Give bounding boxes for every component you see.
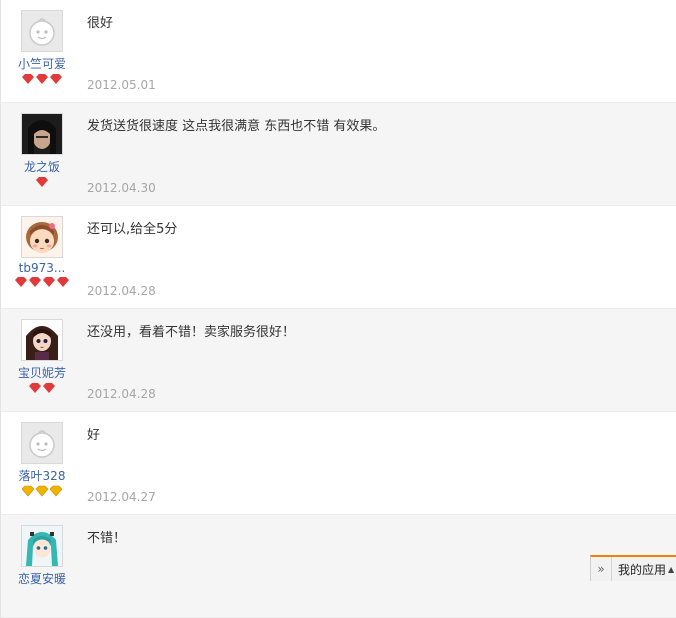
username-link[interactable]: 落叶328 <box>1 467 83 484</box>
username-link[interactable]: 龙之饭 <box>1 158 83 175</box>
review-date: 2012.04.28 <box>87 284 156 298</box>
my-apps-label[interactable]: 我的应用 <box>612 561 666 578</box>
default-avatar-icon <box>22 423 62 463</box>
reviewer: 宝贝妮芳 <box>1 317 83 396</box>
heart-icon <box>36 177 48 187</box>
dark-hair-avatar-icon <box>22 114 62 154</box>
credit-rating <box>1 276 83 290</box>
credit-rating <box>1 73 83 87</box>
review-text: 还没用，看着不错！卖家服务很好！ <box>87 325 296 340</box>
review-item: 宝贝妮芳 还没用，看着不错！卖家服务很好！ 2012.04.28 <box>1 309 676 412</box>
review-date: 2012.04.28 <box>87 387 156 401</box>
avatar[interactable] <box>21 319 63 361</box>
credit-rating <box>1 382 83 396</box>
diamond-icon <box>21 485 63 497</box>
my-apps-bar[interactable]: » 我的应用 ▲ <box>590 555 676 581</box>
review-item: 恋夏安暖 不错！ <box>1 515 676 618</box>
doll-avatar-icon <box>22 320 62 360</box>
review-text: 好 <box>87 428 101 443</box>
username-link[interactable]: 恋夏安暖 <box>1 570 83 587</box>
review-item: 小竺可爱 很好 2012.05.01 <box>1 0 676 103</box>
username-link[interactable]: tb973... <box>1 261 83 275</box>
reviewer: 落叶328 <box>1 420 83 499</box>
avatar[interactable] <box>21 216 63 258</box>
avatar[interactable] <box>21 10 63 52</box>
review-item: 龙之饭 发货送货很速度 这点我很满意 东西也不错 有效果。 2012.04.30 <box>1 103 676 206</box>
review-date: 2012.04.30 <box>87 181 156 195</box>
review-date: 2012.04.27 <box>87 490 156 504</box>
review-text: 不错！ <box>87 531 127 546</box>
heart-icon <box>22 74 62 84</box>
review-date: 2012.05.01 <box>87 78 156 92</box>
reviewer: 恋夏安暖 <box>1 523 83 587</box>
avatar[interactable] <box>21 113 63 155</box>
review-text: 很好 <box>87 16 114 31</box>
credit-rating <box>1 485 83 499</box>
review-item: tb973... 还可以,给全5分 2012.04.28 <box>1 206 676 309</box>
review-text: 还可以,给全5分 <box>87 222 178 237</box>
avatar[interactable] <box>21 422 63 464</box>
username-link[interactable]: 宝贝妮芳 <box>1 364 83 381</box>
credit-rating <box>1 176 83 190</box>
heart-icon <box>15 277 69 287</box>
reviewer: 龙之饭 <box>1 111 83 190</box>
default-avatar-icon <box>22 11 62 51</box>
heart-icon <box>29 383 55 393</box>
double-chevron-right-icon[interactable]: » <box>591 557 612 581</box>
avatar[interactable] <box>21 525 63 567</box>
cartoon-girl-avatar-icon <box>22 217 62 257</box>
review-item: 落叶328 好 2012.04.27 <box>1 412 676 515</box>
caret-up-icon[interactable]: ▲ <box>668 565 674 574</box>
reviewer: 小竺可爱 <box>1 8 83 87</box>
reviewer: tb973... <box>1 214 83 290</box>
teal-hair-avatar-icon <box>22 526 62 566</box>
review-text: 发货送货很速度 这点我很满意 东西也不错 有效果。 <box>87 119 386 134</box>
review-list: 小竺可爱 很好 2012.05.01 龙之饭 发货送货很速度 这点我很满意 东西… <box>0 0 676 618</box>
username-link[interactable]: 小竺可爱 <box>1 55 83 72</box>
